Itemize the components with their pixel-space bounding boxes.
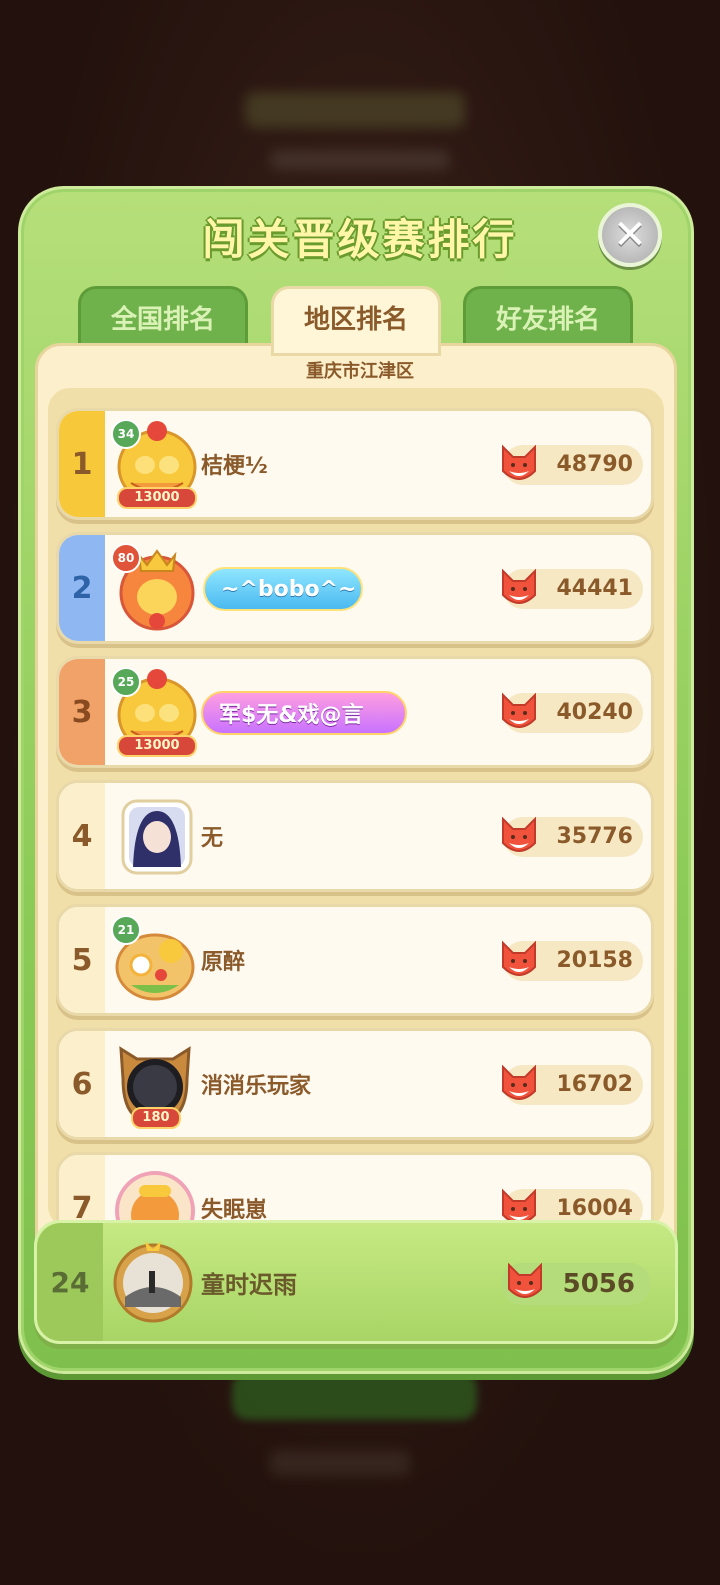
score-value: 35776 (556, 824, 633, 849)
score-value: 44441 (556, 576, 633, 601)
frame-label: 13000 (117, 735, 197, 757)
avatar[interactable]: 34 13000 (111, 419, 199, 511)
fox-icon (508, 1262, 542, 1298)
ranking-row[interactable]: 2 80 ~^bobo^~ 44441 (56, 532, 654, 644)
score-value: 16702 (556, 1072, 633, 1097)
rank-number: 2 (59, 535, 105, 641)
rank-number: 5 (59, 907, 105, 1013)
ranking-list[interactable]: 1 34 13000 桔梗½ 48790 2 80 ~^bobo^~ 44441… (48, 388, 664, 1228)
avatar[interactable]: 21 (111, 915, 199, 1007)
rank-number: 6 (59, 1031, 105, 1137)
level-badge: 34 (111, 419, 141, 449)
my-name: 童时迟雨 (201, 1270, 297, 1299)
ranking-row[interactable]: 1 34 13000 桔梗½ 48790 (56, 408, 654, 520)
player-name: 无 (201, 826, 224, 851)
my-rank-bar[interactable]: 24 童时迟雨 5056 (34, 1220, 678, 1344)
background-subtitle (270, 150, 450, 170)
landscape-avatar-icon (113, 1241, 193, 1323)
frame-label: 13000 (117, 487, 197, 509)
avatar[interactable] (111, 791, 199, 883)
avatar[interactable]: 25 13000 (111, 667, 199, 759)
score-value: 20158 (556, 948, 633, 973)
rank-number: 7 (59, 1155, 105, 1228)
background-footer (270, 1450, 410, 1476)
fox-icon (502, 1064, 536, 1100)
ranking-row[interactable]: 5 21 原醉 20158 (56, 904, 654, 1016)
rank-number: 1 (59, 411, 105, 517)
player-name: 消消乐玩家 (201, 1074, 312, 1099)
fox-icon (502, 568, 536, 604)
avatar[interactable]: 180 (111, 1039, 199, 1131)
level-badge: 80 (111, 543, 141, 573)
player-name: ~^bobo^~ (203, 567, 363, 611)
ranking-row[interactable]: 6 180 消消乐玩家 16702 (56, 1028, 654, 1140)
my-score: 5056 (562, 1269, 635, 1299)
ranking-row[interactable]: 7 失眠崽 16004 (56, 1152, 654, 1228)
fox-icon (502, 692, 536, 728)
level-badge: 25 (111, 667, 141, 697)
score-value: 40240 (556, 700, 633, 725)
fox-icon (502, 444, 536, 480)
portrait-avatar-icon (121, 799, 193, 875)
close-button[interactable]: ✕ (598, 203, 662, 267)
player-name: 军$无&戏@言 (201, 691, 407, 735)
player-name: 失眠崽 (201, 1198, 268, 1223)
avatar[interactable] (111, 1163, 199, 1228)
rank-number: 4 (59, 783, 105, 889)
my-avatar[interactable] (111, 1237, 195, 1325)
ranking-row[interactable]: 4 无 35776 (56, 780, 654, 892)
level-badge: 21 (111, 915, 141, 945)
background-button (232, 1372, 477, 1420)
player-name: 原醉 (201, 950, 246, 975)
bear-frame-icon (115, 1171, 195, 1228)
close-icon: ✕ (613, 212, 647, 258)
tab-friends[interactable]: 好友排名 (463, 286, 633, 348)
tab-region[interactable]: 地区排名 (271, 286, 441, 356)
my-rank-number: 24 (37, 1223, 103, 1341)
score-value: 48790 (556, 452, 633, 477)
player-name: 桔梗½ (201, 454, 268, 479)
ranking-row[interactable]: 3 25 13000 军$无&戏@言 40240 (56, 656, 654, 768)
region-label: 重庆市江津区 (306, 361, 414, 382)
background-title (245, 92, 465, 128)
tab-national[interactable]: 全国排名 (78, 286, 248, 348)
frame-label: 180 (131, 1107, 181, 1129)
avatar[interactable]: 80 (111, 543, 199, 635)
fox-icon (502, 940, 536, 976)
rank-number: 3 (59, 659, 105, 765)
fox-icon (502, 816, 536, 852)
